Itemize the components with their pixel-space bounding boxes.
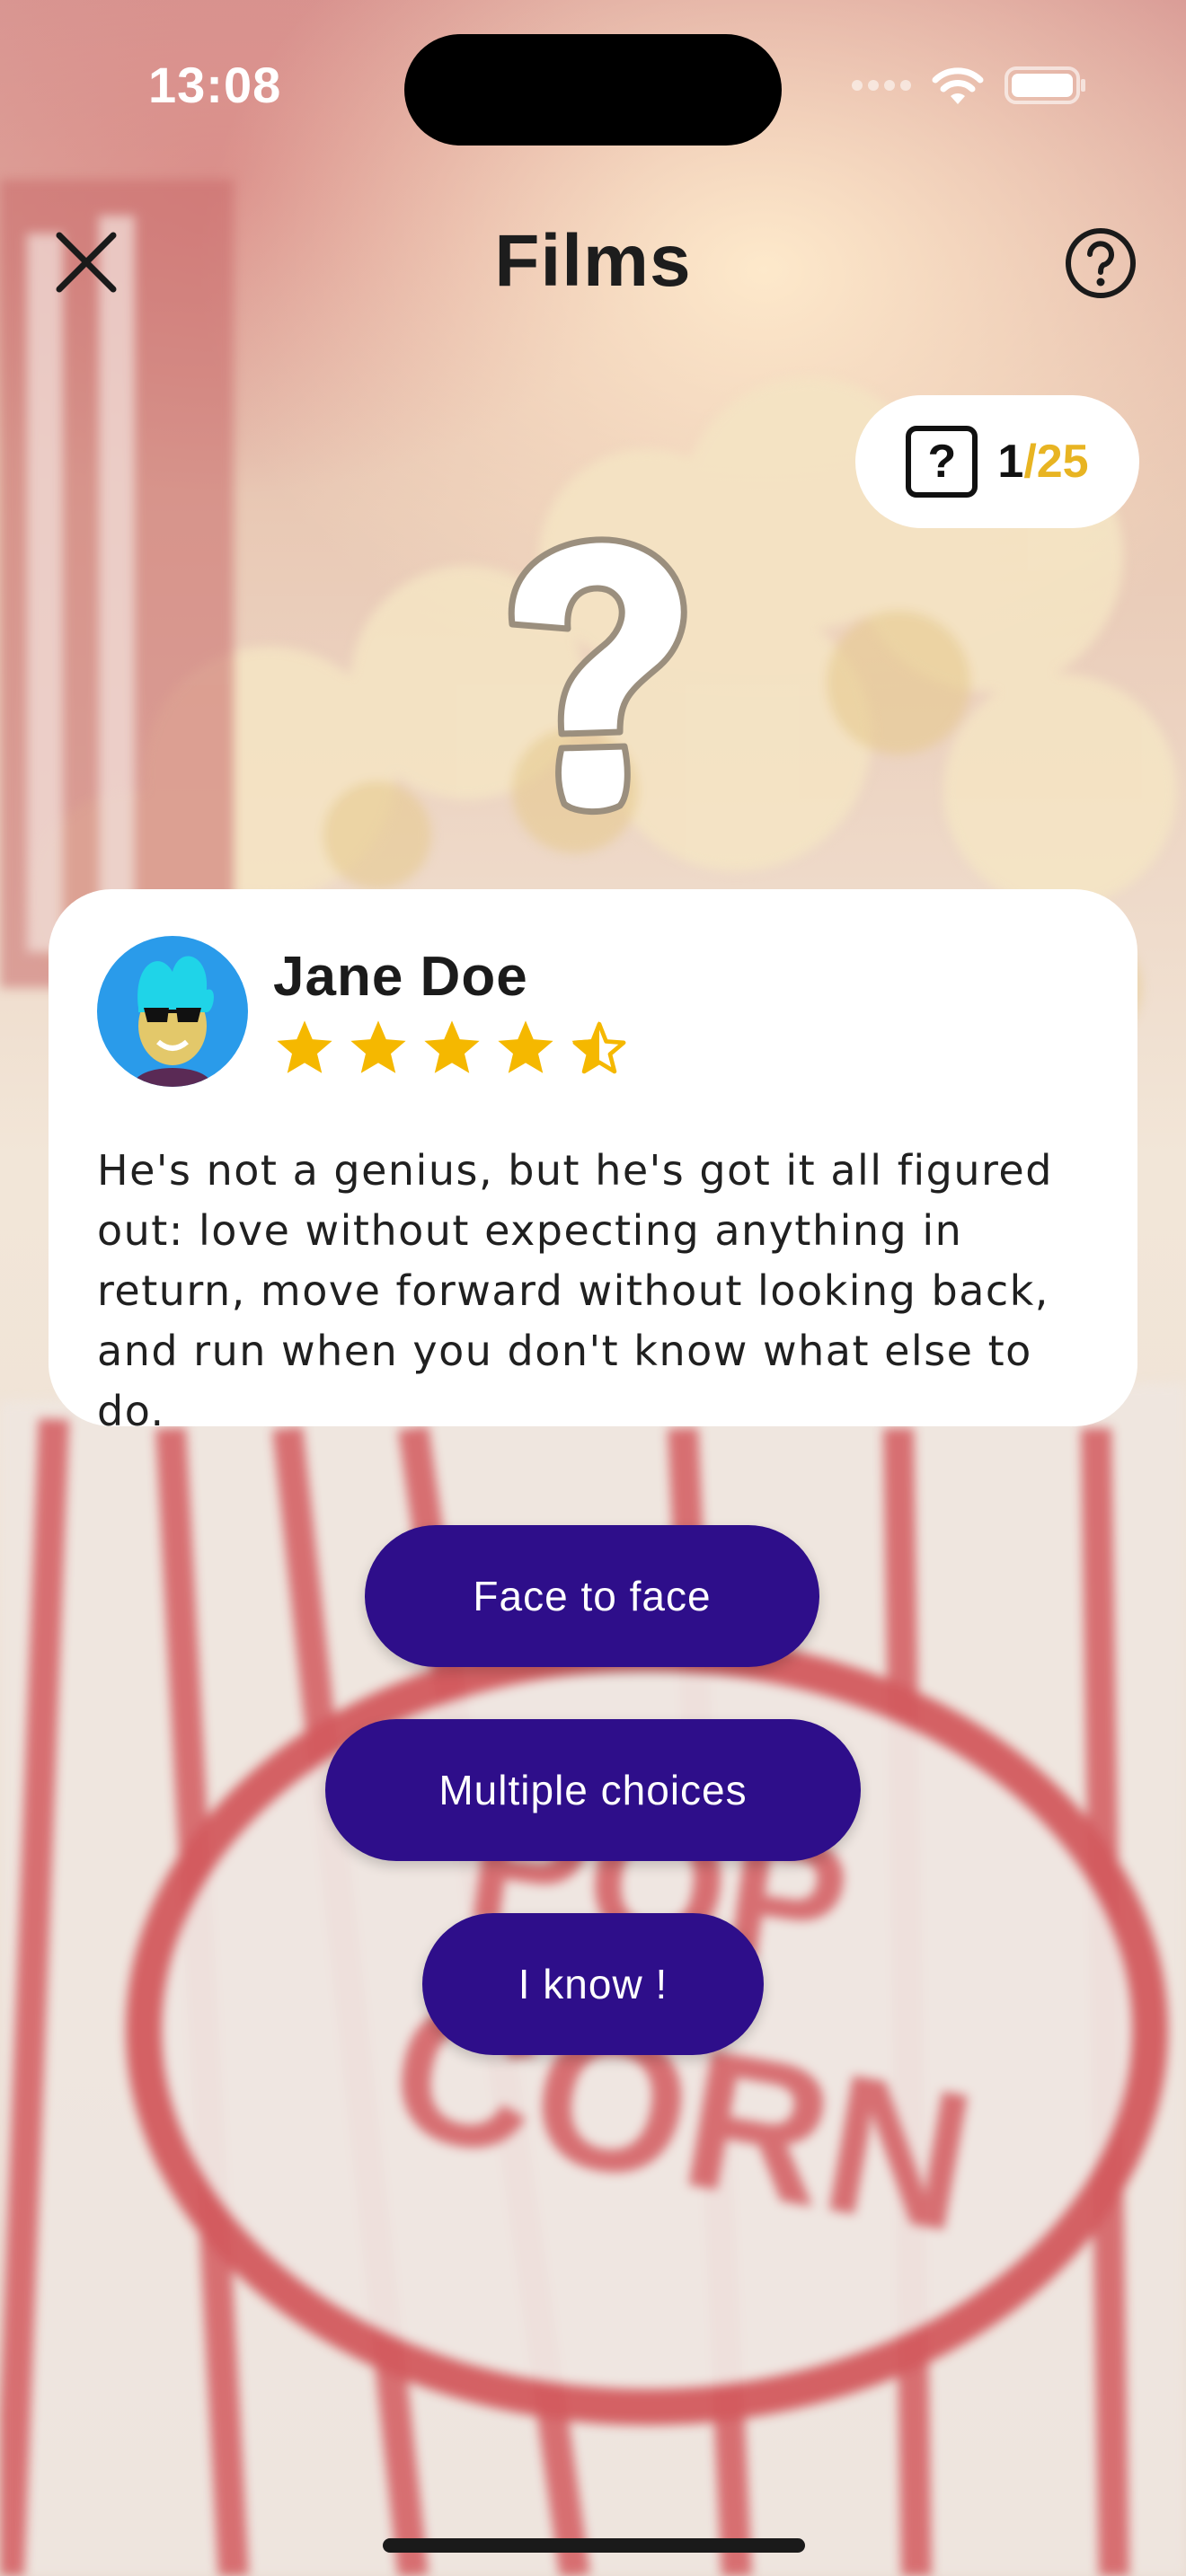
reviewer-name: Jane Doe [273, 946, 528, 1008]
multiple-choices-button[interactable]: Multiple choices [325, 1719, 861, 1861]
star-full-icon [424, 1020, 480, 1073]
dynamic-island [404, 34, 782, 146]
cellular-signal-icon [852, 80, 911, 91]
help-button[interactable] [1064, 226, 1137, 300]
i-know-button[interactable]: I know ! [422, 1913, 764, 2055]
counter-current: 1 [997, 436, 1024, 488]
star-full-icon [498, 1020, 553, 1073]
avatar [97, 936, 248, 1087]
question-mark-icon [508, 536, 687, 816]
star-full-icon [277, 1020, 332, 1073]
rating-stars [273, 1017, 631, 1080]
star-half-icon [571, 1020, 626, 1074]
counter-separator: / [1023, 436, 1037, 488]
face-to-face-button[interactable]: Face to face [365, 1525, 819, 1667]
status-time: 13:08 [148, 57, 282, 113]
status-icons [852, 65, 1087, 106]
star-full-icon [350, 1020, 406, 1073]
question-counter: ? 1/25 [855, 395, 1139, 528]
help-circle-icon [1066, 228, 1136, 298]
wifi-icon [932, 67, 984, 104]
question-box-icon: ? [906, 426, 978, 498]
page-title: Films [494, 220, 692, 302]
home-indicator[interactable] [383, 2538, 805, 2553]
counter-total: 25 [1036, 436, 1089, 488]
review-card: Jane Doe He's not a genius, but he's got… [49, 889, 1137, 1435]
counter-value: 1/25 [997, 435, 1088, 489]
review-text: He's not a genius, but he's got it all f… [97, 1146, 1053, 1435]
battery-icon [1005, 66, 1085, 104]
